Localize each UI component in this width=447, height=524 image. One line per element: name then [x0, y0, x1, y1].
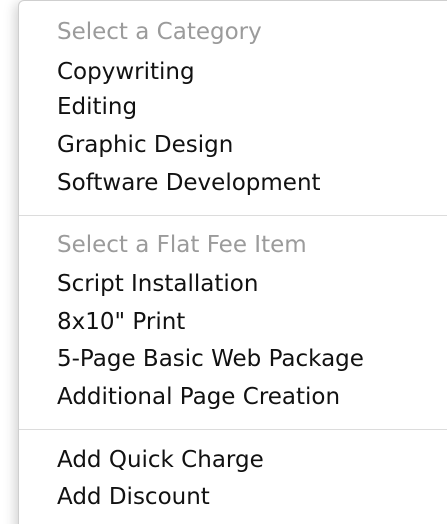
menu-item-add-quick-charge[interactable]: Add Quick Charge	[57, 444, 264, 476]
menu-item-add-discount[interactable]: Add Discount	[57, 481, 210, 513]
menu-item-8x10-print[interactable]: 8x10" Print	[57, 306, 185, 338]
dropdown-menu: Select a Category Copywriting Editing Gr…	[18, 0, 447, 524]
menu-item-graphic-design[interactable]: Graphic Design	[57, 129, 233, 161]
menu-item-copywriting[interactable]: Copywriting	[57, 56, 195, 88]
menu-item-software-development[interactable]: Software Development	[57, 167, 321, 199]
menu-item-5-page-basic-web-package[interactable]: 5-Page Basic Web Package	[57, 343, 364, 375]
menu-item-script-installation[interactable]: Script Installation	[57, 268, 258, 300]
menu-item-editing[interactable]: Editing	[57, 91, 137, 123]
menu-separator	[19, 215, 447, 216]
menu-separator	[19, 429, 447, 430]
flat-fee-header: Select a Flat Fee Item	[57, 232, 307, 258]
category-header: Select a Category	[57, 19, 262, 45]
menu-item-additional-page-creation[interactable]: Additional Page Creation	[57, 381, 340, 413]
